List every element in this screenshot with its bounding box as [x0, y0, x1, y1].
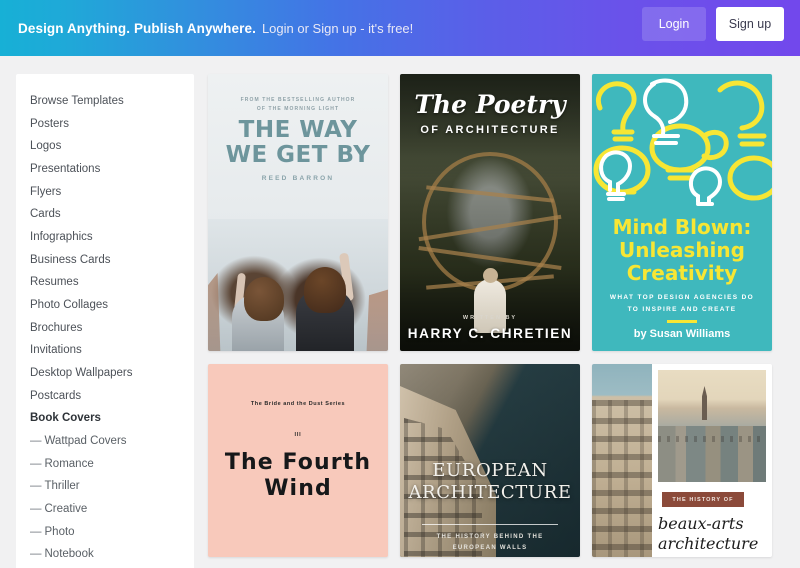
sidebar-item-label: Creative — [44, 502, 88, 515]
building-facade-photo — [592, 364, 652, 557]
card1-kicker: FROM THE BESTSELLING AUTHOR OF THE MORNIN… — [240, 97, 356, 112]
card1-author: REED BARRON — [261, 175, 335, 182]
header-actions: Login Sign up — [642, 7, 784, 41]
sub-item-dash-icon: — — [30, 548, 42, 561]
sidebar-item-label: Notebook — [44, 548, 94, 561]
card3-subtitle: WHAT TOP DESIGN AGENCIES DO TO INSPIRE AN… — [609, 294, 755, 314]
template-card-mind-blown[interactable]: Mind Blown: Unleashing Creativity WHAT TOP… — [592, 74, 772, 351]
sidebar-item-book-covers[interactable]: Book Covers — [16, 407, 194, 430]
top-header-bar: Design Anything. Publish Anywhere. Login… — [0, 0, 800, 56]
card1-title: THE WAY WE GET BY — [225, 117, 371, 168]
template-card-beaux-arts-architecture[interactable]: THE HISTORY OF beaux-arts architecture — [592, 364, 772, 557]
church-spire-icon — [702, 386, 707, 420]
sidebar-item-posters[interactable]: Posters — [16, 113, 194, 136]
card6-title: beaux-arts architecture — [658, 514, 759, 553]
template-card-the-fourth-wind[interactable]: The Bride and the Dust Series III The Fo… — [208, 364, 388, 557]
card5-subtitle: THE HISTORY BEHIND THE EUROPEAN WALLS — [436, 534, 544, 552]
rooftops-icon — [658, 426, 766, 482]
sub-item-dash-icon: — — [30, 457, 42, 470]
sidebar-item-creative[interactable]: — Creative — [16, 498, 194, 521]
sidebar-item-photo[interactable]: — Photo — [16, 520, 194, 543]
sidebar-item-browse-templates[interactable]: Browse Templates — [16, 90, 194, 113]
page-body: Browse Templates Posters Logos Presentation… — [0, 56, 800, 568]
template-card-european-architecture[interactable]: EUROPEAN ARCHITECTURE THE HISTORY BEHIND … — [400, 364, 580, 557]
sidebar-item-presentations[interactable]: Presentations — [16, 158, 194, 181]
sub-item-dash-icon: — — [30, 525, 42, 538]
card4-volume-number: III — [294, 432, 302, 438]
sidebar-item-romance[interactable]: — Romance — [16, 453, 194, 476]
sidebar-item-thriller[interactable]: — Thriller — [16, 475, 194, 498]
card6-tag-badge: THE HISTORY OF — [662, 492, 744, 507]
sub-item-dash-icon: — — [30, 480, 42, 493]
sidebar-item-logos[interactable]: Logos — [16, 135, 194, 158]
building-windows-icon — [592, 400, 652, 557]
login-button[interactable]: Login — [642, 7, 706, 41]
card2-subtitle: OF ARCHITECTURE — [420, 124, 560, 136]
template-card-the-poetry-of-architecture[interactable]: The Poetry OF ARCHITECTURE WRITTEN BY HA… — [400, 74, 580, 351]
sidebar-item-cards[interactable]: Cards — [16, 203, 194, 226]
card3-author: by Susan Williams — [633, 328, 731, 340]
card5-divider — [422, 524, 558, 525]
lightbulb-doodle-pattern — [592, 74, 772, 206]
lightbulb-doodles-svg — [593, 78, 772, 206]
sidebar-item-label: Wattpad Covers — [44, 434, 127, 447]
person-right-head-icon — [304, 267, 346, 313]
card1-photo — [208, 219, 388, 351]
sidebar-item-infographics[interactable]: Infographics — [16, 226, 194, 249]
sidebar-item-notebook[interactable]: — Notebook — [16, 543, 194, 566]
person-figure-icon — [474, 268, 506, 333]
bridge-tower-right-icon — [366, 289, 388, 351]
template-card-the-way-we-get-by[interactable]: FROM THE BESTSELLING AUTHOR OF THE MORNIN… — [208, 74, 388, 351]
card4-title: The Fourth Wind — [224, 450, 372, 502]
sidebar-item-brochures[interactable]: Brochures — [16, 317, 194, 340]
sidebar-item-invitations[interactable]: Invitations — [16, 339, 194, 362]
tagline-subtext: Login or Sign up - it's free! — [261, 20, 414, 36]
sidebar-item-label: Photo — [44, 525, 75, 538]
template-grid: FROM THE BESTSELLING AUTHOR OF THE MORNIN… — [208, 74, 784, 568]
tagline: Design Anything. Publish Anywhere. — [18, 20, 256, 36]
card4-series-label: The Bride and the Dust Series — [250, 401, 346, 407]
sidebar-item-business-cards[interactable]: Business Cards — [16, 249, 194, 272]
card3-divider — [667, 320, 697, 323]
card2-title: The Poetry — [414, 90, 566, 119]
sidebar-item-resumes[interactable]: Resumes — [16, 271, 194, 294]
sub-item-dash-icon: — — [30, 502, 42, 515]
sidebar-item-label: Romance — [44, 457, 94, 470]
person-left-head-icon — [244, 277, 284, 321]
sidebar-item-postcards[interactable]: Postcards — [16, 385, 194, 408]
card3-title: Mind Blown: Unleashing Creativity — [612, 215, 752, 286]
card2-written-by-label: WRITTEN BY — [462, 315, 518, 321]
category-sidebar[interactable]: Browse Templates Posters Logos Presentation… — [16, 74, 194, 568]
sub-item-dash-icon: — — [30, 434, 42, 447]
card2-author: HARRY C. CHRETIEN — [407, 326, 573, 341]
card6-tag-label: THE HISTORY OF — [672, 496, 734, 503]
sidebar-item-desktop-wallpapers[interactable]: Desktop Wallpapers — [16, 362, 194, 385]
sidebar-item-photo-collages[interactable]: Photo Collages — [16, 294, 194, 317]
sidebar-item-flyers[interactable]: Flyers — [16, 181, 194, 204]
signup-button[interactable]: Sign up — [716, 7, 784, 41]
cityscape-photo — [658, 370, 766, 482]
card5-title: EUROPEAN ARCHITECTURE — [408, 460, 572, 503]
sidebar-item-wattpad-covers[interactable]: — Wattpad Covers — [16, 430, 194, 453]
sidebar-item-label: Thriller — [44, 480, 80, 493]
